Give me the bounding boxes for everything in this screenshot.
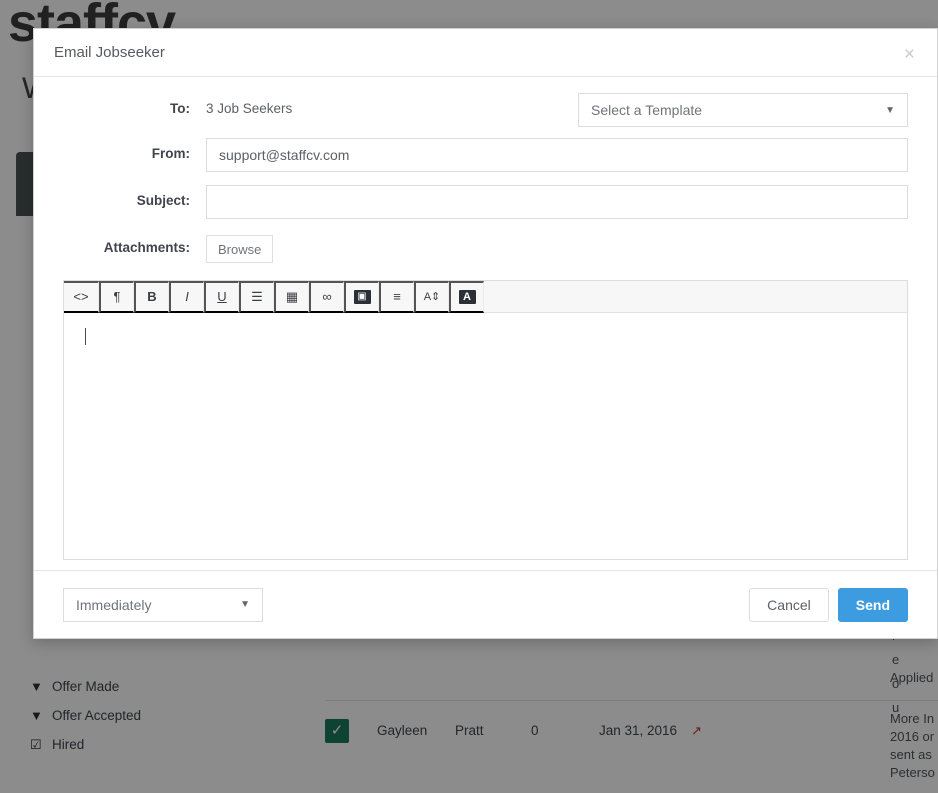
send-delay-value: Immediately	[76, 596, 152, 613]
editor-body[interactable]	[64, 313, 907, 559]
modal-footer: Immediately ▼ Cancel Send	[34, 570, 937, 638]
template-select[interactable]: Select a Template ▼	[578, 93, 908, 127]
link-icon[interactable]: ∞	[309, 280, 344, 313]
from-field	[206, 138, 908, 172]
underline-icon[interactable]: U	[204, 280, 239, 313]
email-jobseeker-modal: Email Jobseeker × To: 3 Job Seekers Sele…	[33, 28, 938, 639]
browse-button[interactable]: Browse	[206, 235, 274, 263]
field-row-attachments: Attachments: Browse	[63, 232, 908, 264]
text-color-icon-glyph: A	[458, 289, 476, 304]
bold-icon[interactable]: B	[134, 280, 169, 313]
send-delay-select[interactable]: Immediately ▼	[63, 587, 263, 622]
align-icon[interactable]: ≡	[379, 280, 414, 313]
modal-header: Email Jobseeker ×	[34, 29, 937, 77]
subject-field	[206, 185, 908, 219]
modal-title: Email Jobseeker	[54, 44, 165, 61]
rich-text-editor: <> ¶ B I U ☰ ▦ ∞ ▣ ≡ A⇕ A	[63, 280, 908, 560]
cancel-button[interactable]: Cancel	[749, 587, 829, 622]
paragraph-icon[interactable]: ¶	[99, 280, 134, 313]
chevron-down-icon: ▼	[885, 104, 895, 116]
template-select-value: Select a Template	[591, 102, 703, 118]
close-icon[interactable]: ×	[900, 41, 919, 68]
text-caret	[85, 328, 86, 345]
table-icon[interactable]: ▦	[274, 280, 309, 313]
code-view-icon[interactable]: <>	[64, 280, 99, 313]
field-row-to: To: 3 Job Seekers Select a Template ▼	[63, 93, 908, 127]
text-color-icon[interactable]: A	[449, 280, 484, 313]
editor-toolbar: <> ¶ B I U ☰ ▦ ∞ ▣ ≡ A⇕ A	[64, 280, 907, 313]
send-button[interactable]: Send	[837, 587, 908, 622]
field-row-subject: Subject:	[63, 185, 908, 219]
from-input[interactable]	[206, 138, 908, 172]
bullet-list-icon[interactable]: ☰	[239, 280, 274, 313]
subject-input[interactable]	[206, 185, 908, 219]
attachments-field: Browse	[206, 232, 908, 263]
font-size-icon[interactable]: A⇕	[414, 280, 449, 313]
image-icon[interactable]: ▣	[344, 280, 379, 313]
from-label: From:	[151, 146, 190, 161]
to-field: 3 Job Seekers Select a Template ▼	[206, 93, 908, 127]
image-icon-glyph: ▣	[353, 289, 371, 304]
italic-icon[interactable]: I	[169, 280, 204, 313]
chevron-down-icon: ▼	[240, 599, 250, 610]
modal-body: To: 3 Job Seekers Select a Template ▼ Fr…	[34, 77, 937, 570]
subject-label: Subject:	[136, 193, 190, 208]
to-label: To:	[170, 101, 190, 116]
field-row-from: From:	[63, 138, 908, 172]
attachments-label: Attachments:	[103, 240, 190, 255]
footer-actions: Cancel Send	[749, 587, 908, 622]
